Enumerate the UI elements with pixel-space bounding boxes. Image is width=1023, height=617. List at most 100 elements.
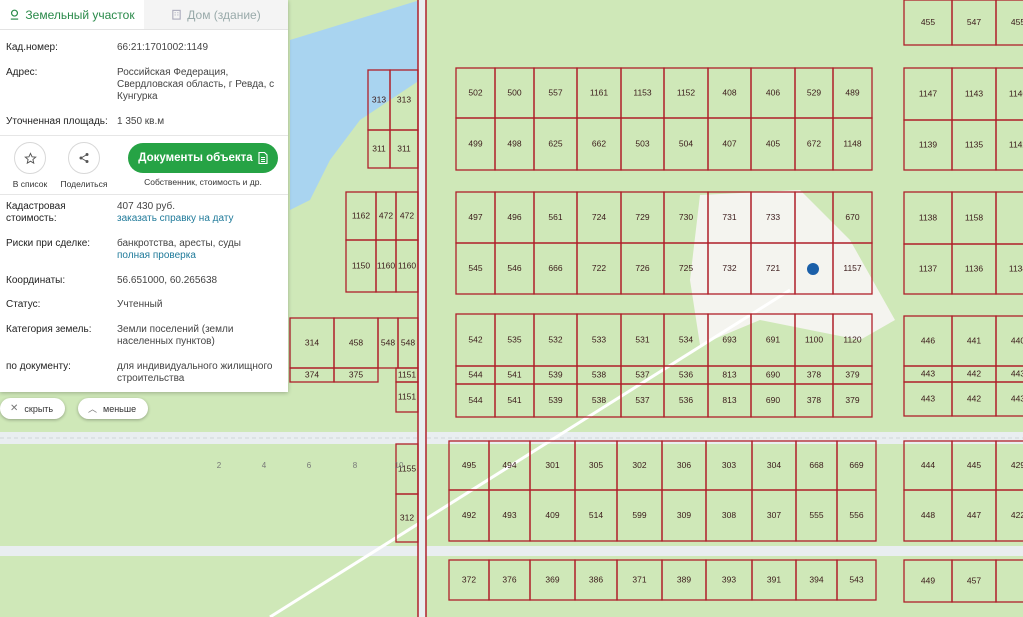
less-button[interactable]: ︿ меньше	[78, 398, 149, 419]
plot-number-label: 489	[845, 87, 859, 97]
hide-button[interactable]: ✕ скрыть	[0, 398, 66, 419]
plot-number-label: 722	[592, 263, 606, 273]
cadastral-value-row: Кадастровая стоимость: 407 430 руб. заказа…	[6, 201, 284, 225]
favorite-action: В список	[0, 142, 60, 189]
plot-number-label: 1162	[352, 210, 371, 220]
risks-cell: банкротства, аресты, суды полная проверка	[117, 238, 284, 262]
plot-number-label: 670	[845, 212, 859, 222]
area-row: Уточненная площадь: 1 350 кв.м	[6, 116, 284, 128]
plot-number-label: 389	[677, 574, 691, 584]
plot-number-label: 307	[767, 510, 781, 520]
plot-number-label: 311	[397, 143, 411, 153]
plot-number-label: 1153	[633, 87, 652, 97]
plot-number-label: 546	[507, 263, 521, 273]
plot-number-label: 541	[507, 369, 521, 379]
plot-number-label: 693	[722, 334, 736, 344]
pin-icon	[11, 9, 19, 20]
plot-number-label: 536	[679, 395, 693, 405]
risks-value: банкротства, аресты, суды	[117, 238, 241, 249]
tab-building[interactable]: Дом (здание)	[144, 0, 288, 29]
plot-number-label: 504	[679, 138, 693, 148]
plot-number-label: 422	[1011, 510, 1023, 520]
plot-number-label: 407	[722, 138, 736, 148]
plot-number-label: 733	[766, 212, 780, 222]
plot-number-label: 669	[849, 460, 863, 470]
plot-number-label: 1137	[919, 263, 938, 273]
share-button[interactable]	[68, 142, 100, 174]
plot-number-label: 496	[507, 212, 521, 222]
plot-number-label: 1148	[843, 138, 862, 148]
address-row: Адрес: Российская Федерация, Свердловска…	[6, 67, 284, 103]
info-panel: Земельный участок Дом (здание) Кад.номер…	[0, 0, 288, 392]
plot-number-label: 1160	[398, 260, 417, 270]
plot-number-label: 371	[632, 574, 646, 584]
cadastral-value-label: Кадастровая стоимость:	[6, 201, 117, 225]
street-number-label: 8	[353, 461, 358, 470]
plot-number-label: 301	[545, 460, 559, 470]
plot-number-label: 1139	[919, 139, 938, 149]
document-use-value: для индивидуального жилищного строительс…	[117, 361, 273, 384]
plot-number-label: 455	[921, 17, 935, 27]
cadastral-number-value[interactable]: 66:21:1701002:1149	[117, 42, 284, 54]
plot-number-label: 375	[349, 369, 363, 379]
plot-number-label: 406	[766, 87, 780, 97]
road-vertical	[418, 0, 426, 617]
plot-number-label: 446	[921, 335, 935, 345]
plot-number-label: 457	[967, 575, 981, 585]
documents-button[interactable]: Документы объекта	[128, 143, 278, 173]
road-horizontal-bottom	[0, 546, 1023, 556]
plot-number-label: 409	[545, 510, 559, 520]
divider	[0, 135, 288, 136]
plot-number-label: 1161	[590, 87, 609, 97]
plot-number-label: 1157	[843, 263, 862, 273]
plot-number-label: 532	[548, 334, 562, 344]
plot-number-label: 443	[1011, 368, 1023, 378]
plot-number-label: 813	[722, 395, 736, 405]
plot-number-label: 408	[722, 87, 736, 97]
cadastral-number-label: Кад.номер:	[6, 42, 58, 53]
plot-number-label: 472	[400, 210, 414, 220]
share-icon	[79, 153, 89, 163]
plot-number-label: 726	[635, 263, 649, 273]
plot-number-label: 1158	[965, 212, 984, 222]
plot-number-label: 445	[967, 460, 981, 470]
category-label: Категория земель:	[6, 324, 92, 335]
plot-number-label: 369	[545, 574, 559, 584]
plot-number-label: 306	[677, 460, 691, 470]
plot-number-label: 668	[809, 460, 823, 470]
street-number-label: 4	[262, 461, 267, 470]
plot-number-label: 305	[589, 460, 603, 470]
plot-number-label: 548	[381, 337, 395, 347]
plot-number-label: 394	[809, 574, 823, 584]
order-certificate-link[interactable]: заказать справку на дату	[117, 213, 234, 224]
plot-number-label: 393	[722, 574, 736, 584]
street-number-label: 2	[217, 461, 222, 470]
plot-number-label: 493	[502, 510, 516, 520]
plot-number-label: 544	[468, 369, 482, 379]
favorite-button[interactable]	[14, 142, 46, 174]
plot-number-label: 724	[592, 212, 606, 222]
plot-number-label: 539	[548, 395, 562, 405]
plot-number-label: 449	[921, 575, 935, 585]
plot-number-label: 1147	[919, 88, 938, 98]
plot-number-label: 1150	[352, 260, 371, 270]
plot-number-label: 448	[921, 510, 935, 520]
area-label: Уточненная площадь:	[6, 116, 108, 127]
category-row: Категория земель: Земли поселений (земли…	[6, 324, 284, 348]
plot-number-label: 303	[722, 460, 736, 470]
plot-number-label: 304	[767, 460, 781, 470]
plot-number-label: 472	[379, 210, 393, 220]
address-value: Российская Федерация, Свердловская облас…	[117, 67, 275, 102]
area-value: 1 350 кв.м	[117, 116, 165, 127]
plot-number-label: 429	[1011, 460, 1023, 470]
documents-button-label: Документы объекта	[138, 152, 253, 164]
tab-land-plot[interactable]: Земельный участок	[0, 0, 144, 29]
plot-number-label: 813	[722, 369, 736, 379]
tab-building-label: Дом (здание)	[187, 7, 261, 22]
plot-number-label: 378	[807, 369, 821, 379]
selected-plot-marker[interactable]	[807, 263, 819, 275]
plot-number-label: 440	[1011, 335, 1023, 345]
full-check-link[interactable]: полная проверка	[117, 250, 196, 261]
plot-number-label: 547	[967, 17, 981, 27]
plot-number-label: 541	[507, 395, 521, 405]
